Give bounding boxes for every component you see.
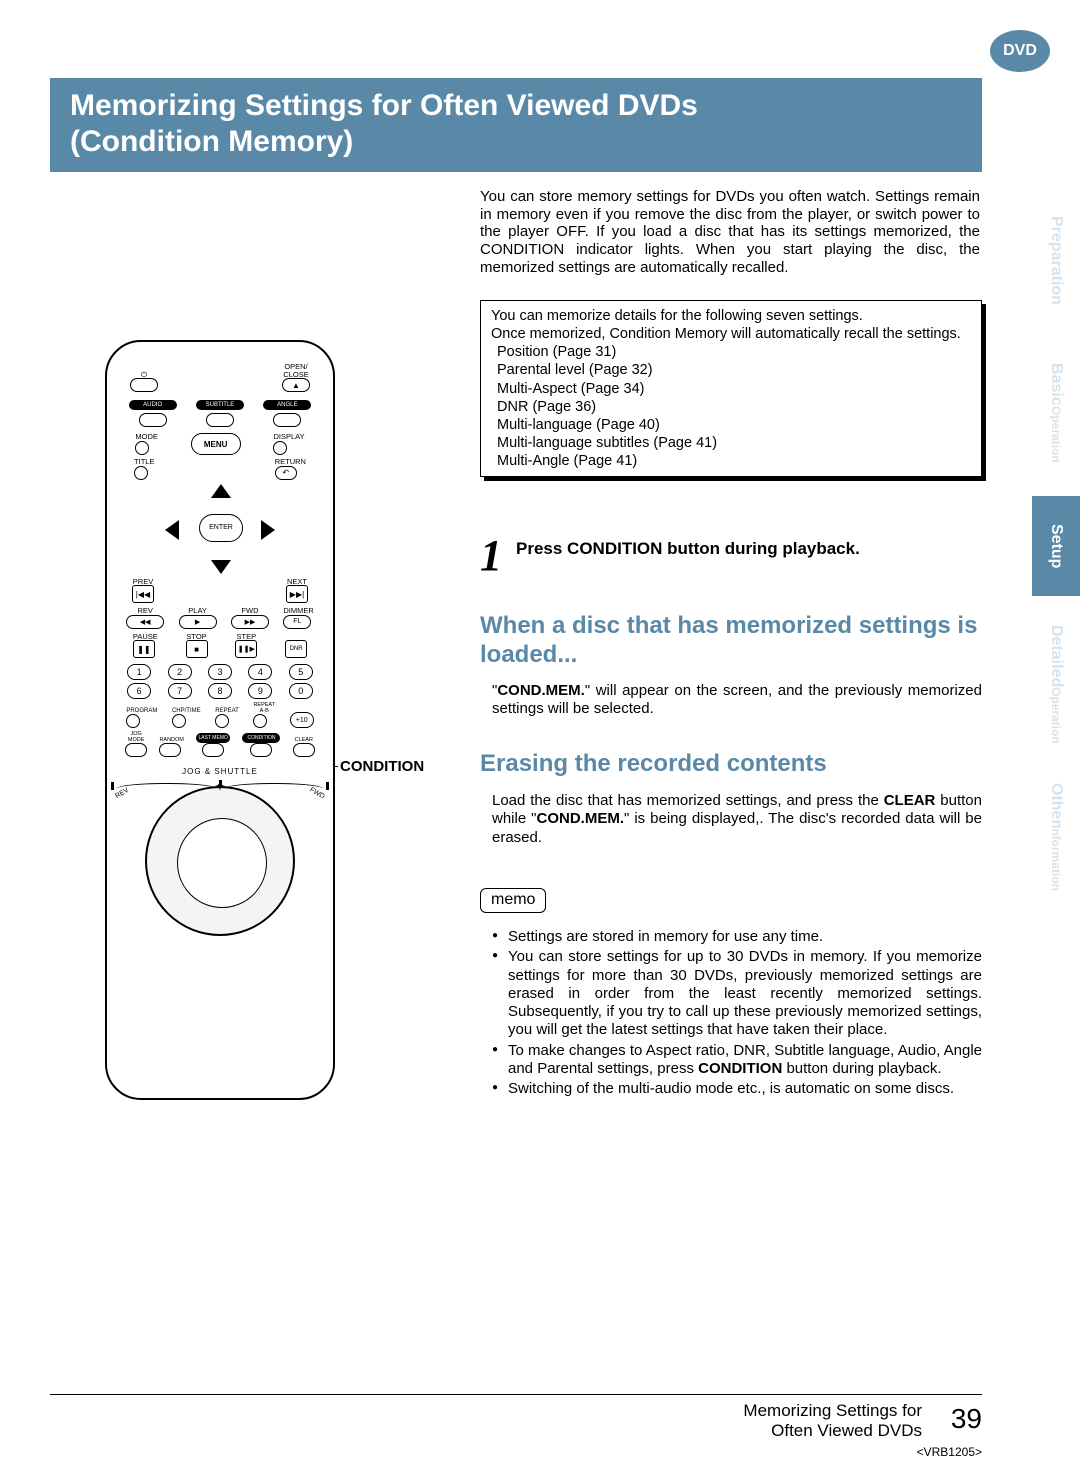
num-3: 3 (208, 664, 232, 680)
next-button: ▶▶| (286, 585, 308, 603)
dpad: ENTER (155, 484, 285, 574)
dpad-down (211, 560, 231, 574)
num-0: 0 (289, 683, 313, 699)
title-line-1: Memorizing Settings for Often Viewed DVD… (70, 89, 698, 122)
dnr-button: DNR (285, 640, 307, 658)
tab-other-information: OtherInformation (1032, 772, 1080, 902)
fwd-button: ▶▶ (231, 615, 269, 629)
tab-setup: Setup (1032, 496, 1080, 596)
title-button (134, 466, 148, 480)
dpad-right (261, 520, 275, 540)
page-number: 39 (951, 1403, 982, 1435)
settings-item: Multi-Angle (Page 41) (497, 452, 971, 470)
random-button (159, 743, 181, 757)
subtitle-label: SUBTITLE (196, 400, 244, 410)
prev-button: |◀◀ (132, 585, 154, 603)
pause-button: ❚❚ (133, 640, 155, 658)
num-4: 4 (248, 664, 272, 680)
num-6: 6 (127, 683, 151, 699)
memo-list: Settings are stored in memory for use an… (492, 928, 982, 1101)
audio-button (139, 413, 167, 427)
memo-item: Settings are stored in memory for use an… (492, 928, 982, 946)
dpad-left (165, 520, 179, 540)
plus10-button: +10 (290, 712, 314, 728)
jog-inner (177, 818, 267, 908)
settings-item: Parental level (Page 32) (497, 361, 971, 379)
repeat-button (215, 714, 229, 728)
play-button: ▶ (179, 615, 217, 629)
memo-item: To make changes to Aspect ratio, DNR, Su… (492, 1042, 982, 1079)
audio-label: AUDIO (129, 400, 177, 410)
chptime-button (172, 714, 186, 728)
condition-button (250, 743, 272, 757)
num-2: 2 (168, 664, 192, 680)
dimmer-button: FL (283, 615, 311, 629)
intro-paragraph: You can store memory settings for DVDs y… (480, 188, 980, 276)
settings-lead-2: Once memorized, Condition Memory will au… (491, 325, 971, 343)
rev-button: ◀◀ (126, 615, 164, 629)
settings-callout-box: You can memorize details for the followi… (480, 300, 982, 477)
num-1: 1 (127, 664, 151, 680)
open-close-button: ▲ (282, 378, 310, 392)
stop-button: ■ (186, 640, 208, 658)
step-button: ❚❚▶ (235, 640, 257, 658)
settings-item: Multi-language subtitles (Page 41) (497, 434, 971, 452)
tab-detailed-operation: DetailedOperation (1032, 624, 1080, 744)
chapter-tabs: Preparation BasicOperation Setup Detaile… (1032, 190, 1080, 930)
settings-item: DNR (Page 36) (497, 398, 971, 416)
cond-mem-paragraph: "COND.MEM." will appear on the screen, a… (492, 682, 982, 719)
clear-button (293, 743, 315, 757)
dvd-logo: DVD (990, 30, 1050, 72)
num-9: 9 (248, 683, 272, 699)
subtitle-button (206, 413, 234, 427)
angle-button (273, 413, 301, 427)
jog-shuttle-label: JOG & SHUTTLE (119, 767, 321, 776)
memo-item: You can store settings for up to 30 DVDs… (492, 948, 982, 1039)
page-title: Memorizing Settings for Often Viewed DVD… (50, 78, 982, 172)
tab-preparation: Preparation (1032, 190, 1080, 330)
settings-lead-1: You can memorize details for the followi… (491, 307, 971, 325)
subheading-erasing: Erasing the recorded contents (480, 750, 980, 779)
jogmode-button (125, 743, 147, 757)
num-8: 8 (208, 683, 232, 699)
jog-dial: ✦ (145, 786, 295, 936)
settings-item: Position (Page 31) (497, 343, 971, 361)
lastmemo-button (202, 743, 224, 757)
subheading-loaded: When a disc that has memorized settings … (480, 612, 980, 670)
step-instruction: Press CONDITION button during playback. (516, 538, 860, 559)
memo-label: memo (480, 888, 546, 913)
settings-item: Multi-language (Page 40) (497, 416, 971, 434)
memo-item: Switching of the multi-audio mode etc., … (492, 1080, 982, 1098)
angle-label: ANGLE (263, 400, 311, 410)
remote-condition-callout: CONDITION (340, 758, 424, 775)
tab-basic-operation: BasicOperation (1032, 358, 1080, 468)
power-button (130, 378, 158, 392)
page-footer: Memorizing Settings for Often Viewed DVD… (50, 1394, 982, 1401)
title-line-2: (Condition Memory) (70, 125, 353, 158)
display-button (273, 441, 287, 455)
return-button: ↶ (275, 466, 297, 480)
mode-button (135, 441, 149, 455)
repeat-ab-button (253, 714, 267, 728)
num-5: 5 (289, 664, 313, 680)
step-1: 1 Press CONDITION button during playback… (480, 538, 980, 573)
num-7: 7 (168, 683, 192, 699)
program-button (126, 714, 140, 728)
settings-item: Multi-Aspect (Page 34) (497, 380, 971, 398)
erase-paragraph: Load the disc that has memorized setting… (492, 792, 982, 847)
dpad-up (211, 484, 231, 498)
remote-illustration: ⏻ OPEN/ CLOSE ▲ AUDIO SUBTITLE ANGLE MOD… (105, 340, 335, 1100)
footer-section-name: Memorizing Settings for Often Viewed DVD… (743, 1401, 922, 1442)
menu-button: MENU (191, 433, 241, 455)
remote-body: ⏻ OPEN/ CLOSE ▲ AUDIO SUBTITLE ANGLE MOD… (105, 340, 335, 1100)
enter-button: ENTER (199, 514, 243, 542)
step-number: 1 (480, 538, 502, 573)
doc-code: <VRB1205> (917, 1445, 982, 1459)
